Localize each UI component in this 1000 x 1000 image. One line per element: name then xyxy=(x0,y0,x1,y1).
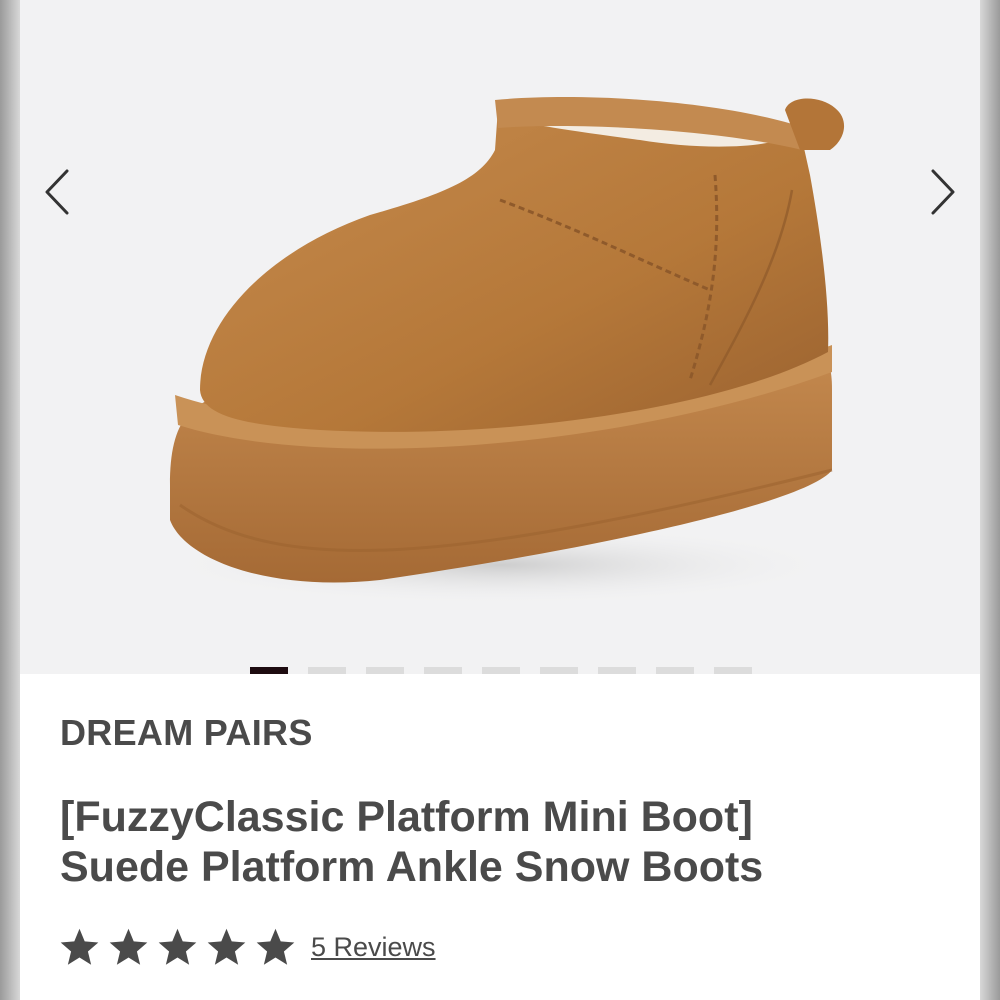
star-icon xyxy=(256,928,295,965)
product-title-line-1: [FuzzyClassic Platform Mini Boot] xyxy=(60,793,753,841)
previous-image-button[interactable] xyxy=(28,160,88,224)
pagination-dot[interactable] xyxy=(656,667,694,674)
chevron-left-icon xyxy=(45,169,69,215)
product-info: DREAM PAIRS [FuzzyClassic Platform Mini … xyxy=(20,674,980,1000)
chevron-right-icon xyxy=(931,169,955,215)
pagination-dot[interactable] xyxy=(540,667,578,674)
brand-name[interactable]: DREAM PAIRS xyxy=(60,712,313,754)
pagination-dot[interactable] xyxy=(598,667,636,674)
rating-stars xyxy=(58,926,297,969)
product-image xyxy=(160,97,845,605)
image-pagination-dots xyxy=(250,667,752,674)
product-title: [FuzzyClassic Platform Mini Boot] Suede … xyxy=(60,792,960,892)
product-rating: 5 Reviews xyxy=(58,926,436,969)
pagination-dot[interactable] xyxy=(424,667,462,674)
reviews-link[interactable]: 5 Reviews xyxy=(311,932,436,963)
product-title-line-2: Suede Platform Ankle Snow Boots xyxy=(60,843,764,891)
pagination-dot[interactable] xyxy=(366,667,404,674)
pagination-dot[interactable] xyxy=(714,667,752,674)
star-icon xyxy=(60,928,99,965)
pagination-dot[interactable] xyxy=(482,667,520,674)
screen-edge-right xyxy=(980,0,1000,1000)
pagination-dot[interactable] xyxy=(250,667,288,674)
star-icon xyxy=(158,928,197,965)
screen-edge-left xyxy=(0,0,20,1000)
next-image-button[interactable] xyxy=(912,160,972,224)
star-icon xyxy=(109,928,148,965)
product-image-gallery[interactable] xyxy=(20,0,980,674)
star-icon xyxy=(207,928,246,965)
pagination-dot[interactable] xyxy=(308,667,346,674)
